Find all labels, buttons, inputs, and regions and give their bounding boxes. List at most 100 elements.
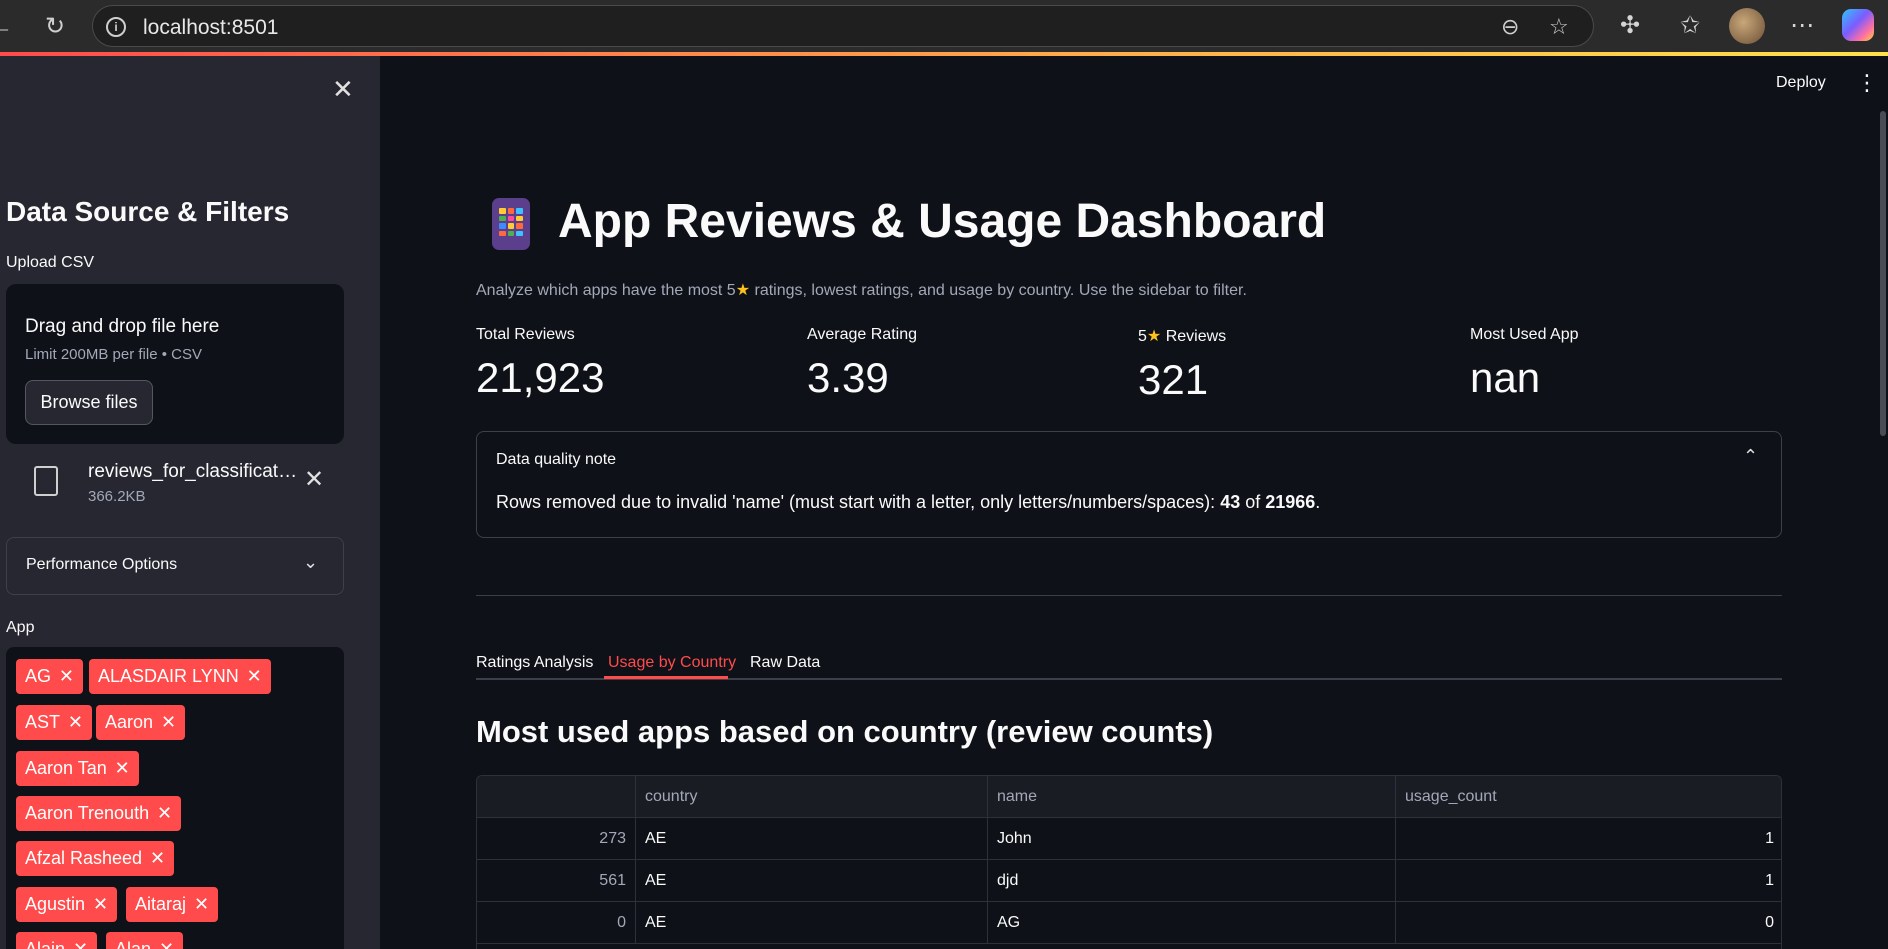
- section-title: Most used apps based on country (review …: [476, 714, 1214, 749]
- app-tag[interactable]: Agustin ✕: [16, 887, 118, 922]
- upload-label: Upload CSV: [6, 254, 95, 271]
- remove-tag-icon[interactable]: ✕: [159, 932, 174, 949]
- page-title: App Reviews & Usage Dashboard: [558, 195, 1327, 248]
- table-cell[interactable]: AE: [636, 902, 988, 944]
- main-content: Deploy ⋮ App Reviews & Usage Dashboard A…: [380, 56, 1888, 949]
- table-cell[interactable]: John: [988, 818, 1396, 860]
- column-header[interactable]: [477, 776, 636, 818]
- table-cell[interactable]: AE: [636, 818, 988, 860]
- table-row: 561 AE djd 1: [477, 860, 1781, 902]
- metric-label: Total Reviews: [476, 326, 575, 343]
- remove-tag-icon[interactable]: ✕: [59, 659, 74, 694]
- metric-label: 5★ Reviews: [1138, 328, 1227, 345]
- metric-label: Most Used App: [1470, 326, 1579, 343]
- app-tag[interactable]: Aaron Trenouth ✕: [16, 796, 182, 831]
- star-icon[interactable]: ☆: [1549, 14, 1569, 40]
- usage-table[interactable]: country name usage_count 273 AE John 1 5…: [476, 775, 1782, 949]
- more-icon[interactable]: ⋯: [1790, 11, 1814, 40]
- column-header[interactable]: usage_count: [1396, 776, 1781, 818]
- table-cell[interactable]: djd: [988, 860, 1396, 902]
- remove-tag-icon[interactable]: ✕: [150, 841, 165, 876]
- table-row: 273 AE John 1: [477, 818, 1781, 860]
- favorites-icon[interactable]: ✩: [1680, 11, 1700, 40]
- column-header[interactable]: country: [636, 776, 988, 818]
- app-tag[interactable]: Alain ✕: [16, 932, 98, 949]
- chevron-down-icon: ⌄: [303, 552, 319, 572]
- browser-toolbar: ← ↻ i localhost:8501 ⊖ ☆ ✣ ✩ ⋯: [0, 0, 1888, 52]
- table-cell[interactable]: 1: [1396, 860, 1781, 902]
- data-quality-body: Rows removed due to invalid 'name' (must…: [496, 492, 1321, 512]
- kebab-icon[interactable]: ⋮: [1856, 70, 1878, 96]
- table-row: 0 AE AG 0: [477, 902, 1781, 944]
- row-index[interactable]: 273: [477, 818, 636, 860]
- remove-tag-icon[interactable]: ✕: [115, 751, 130, 786]
- file-dropzone[interactable]: Drag and drop file here Limit 200MB per …: [6, 284, 344, 444]
- column-header[interactable]: name: [988, 776, 1396, 818]
- dropzone-limit: Limit 200MB per file • CSV: [25, 346, 202, 363]
- remove-tag-icon[interactable]: ✕: [93, 887, 108, 922]
- tab-raw-data[interactable]: Raw Data: [750, 654, 820, 672]
- app-tag[interactable]: Aaron Tan ✕: [16, 751, 139, 786]
- sidebar-heading: Data Source & Filters: [6, 196, 290, 227]
- close-icon[interactable]: ✕: [332, 74, 354, 105]
- active-tab-indicator: [604, 676, 728, 679]
- tab-bar: Ratings Analysis Usage by Country Raw Da…: [476, 650, 1782, 680]
- metric-value: 321: [1138, 356, 1209, 403]
- copilot-icon[interactable]: [1842, 9, 1874, 41]
- chevron-up-icon: ⌃: [1743, 446, 1759, 466]
- avatar[interactable]: [1729, 8, 1765, 44]
- tab-usage-by-country[interactable]: Usage by Country: [608, 654, 736, 672]
- table-cell[interactable]: 1: [1396, 818, 1781, 860]
- app-tag[interactable]: AST ✕: [16, 705, 93, 740]
- sidebar: ✕ Data Source & Filters Upload CSV Drag …: [0, 56, 380, 949]
- app-filter-label: App: [6, 619, 35, 636]
- metric-value: 21,923: [476, 354, 605, 401]
- remove-tag-icon[interactable]: ✕: [247, 659, 262, 694]
- data-quality-expander[interactable]: Data quality note ⌃ Rows removed due to …: [476, 431, 1782, 538]
- browse-files-button[interactable]: Browse files: [25, 380, 153, 425]
- remove-tag-icon[interactable]: ✕: [194, 887, 209, 922]
- zoom-out-icon[interactable]: ⊖: [1501, 14, 1519, 40]
- metric-value: nan: [1470, 354, 1541, 401]
- app-tag[interactable]: Alan ✕: [106, 932, 184, 949]
- address-bar[interactable]: i localhost:8501 ⊖ ☆: [92, 5, 1594, 47]
- performance-options-expander[interactable]: Performance Options ⌄: [6, 537, 344, 595]
- uploaded-file: reviews_for_classification.csv 366.2KB ✕: [6, 456, 344, 516]
- remove-tag-icon[interactable]: ✕: [161, 705, 176, 740]
- remove-tag-icon[interactable]: ✕: [157, 796, 172, 831]
- metric-average-rating: Average Rating 3.39: [807, 326, 917, 402]
- extensions-icon[interactable]: ✣: [1620, 11, 1640, 40]
- app-tag[interactable]: ALASDAIR LYNN ✕: [89, 659, 271, 694]
- scrollbar[interactable]: [1880, 111, 1886, 436]
- remove-file-icon[interactable]: ✕: [304, 465, 324, 494]
- back-icon[interactable]: ←: [0, 12, 16, 42]
- app-tag[interactable]: Aaron ✕: [96, 705, 186, 740]
- table-cell[interactable]: AG: [988, 902, 1396, 944]
- metric-five-star-reviews: 5★ Reviews 321: [1138, 326, 1226, 404]
- metric-most-used-app: Most Used App nan: [1470, 326, 1579, 402]
- url-text[interactable]: localhost:8501: [143, 16, 278, 40]
- app-tag[interactable]: Afzal Rasheed ✕: [16, 841, 175, 876]
- app-tag[interactable]: AG ✕: [16, 659, 84, 694]
- table-cell[interactable]: AE: [636, 860, 988, 902]
- app-grid-icon: [492, 198, 530, 250]
- metric-label: Average Rating: [807, 326, 917, 343]
- table-header: country name usage_count: [477, 776, 1781, 818]
- file-icon: [34, 466, 58, 496]
- row-index[interactable]: 561: [477, 860, 636, 902]
- star-icon: ★: [1146, 328, 1162, 345]
- row-index[interactable]: 0: [477, 902, 636, 944]
- table-cell[interactable]: 0: [1396, 902, 1781, 944]
- tab-ratings-analysis[interactable]: Ratings Analysis: [476, 654, 593, 672]
- app-multiselect[interactable]: AG ✕ ALASDAIR LYNN ✕ AST ✕ Aaron ✕ Aaron Tan…: [6, 647, 344, 949]
- info-icon[interactable]: i: [106, 17, 126, 37]
- remove-tag-icon[interactable]: ✕: [68, 705, 83, 740]
- app-tag[interactable]: Aitaraj ✕: [126, 887, 219, 922]
- dropzone-title: Drag and drop file here: [25, 316, 220, 337]
- metric-total-reviews: Total Reviews 21,923: [476, 326, 604, 402]
- remove-tag-icon[interactable]: ✕: [73, 932, 88, 949]
- reload-icon[interactable]: ↻: [40, 12, 70, 42]
- file-size: 366.2KB: [88, 488, 146, 505]
- deploy-button[interactable]: Deploy: [1776, 74, 1826, 92]
- star-icon: ★: [735, 282, 751, 299]
